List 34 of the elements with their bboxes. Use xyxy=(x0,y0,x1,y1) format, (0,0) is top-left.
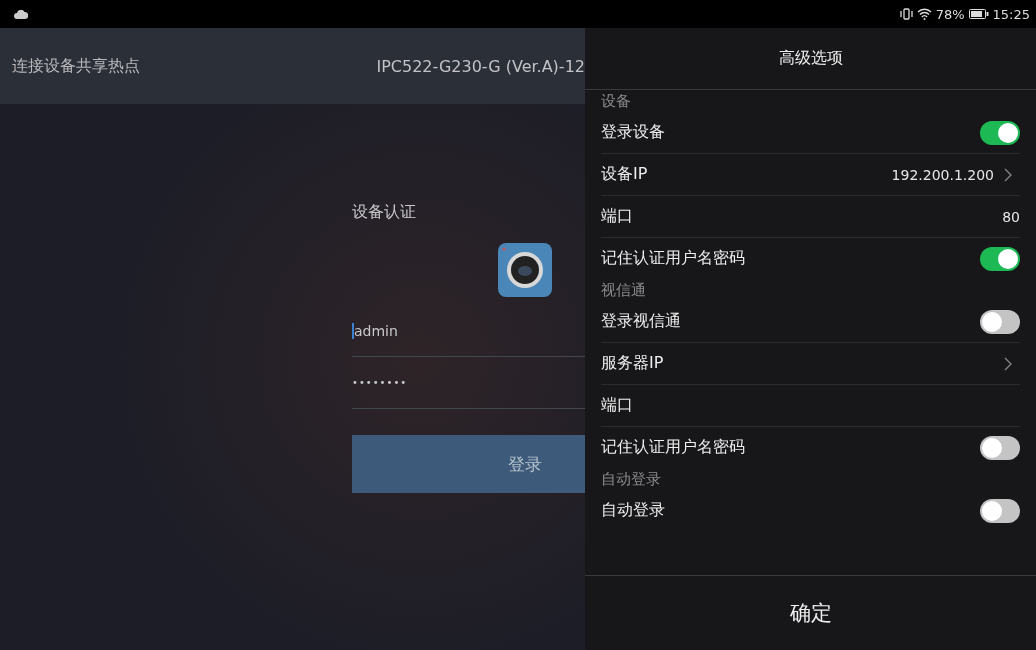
battery-icon xyxy=(968,9,989,19)
section-header: 自动登录 xyxy=(601,469,662,490)
camera-app-icon xyxy=(498,243,552,297)
form-title: 设备认证 xyxy=(352,202,417,223)
option-label: 端口 xyxy=(601,206,634,227)
section-header: 设备 xyxy=(601,91,632,112)
hotspot-link[interactable]: 连接设备共享热点 xyxy=(12,55,140,77)
option-label: 设备IP xyxy=(601,164,649,185)
option-label: 登录设备 xyxy=(601,122,666,143)
clock-time: 15:25 xyxy=(992,6,1030,22)
option-label: 记住认证用户名密码 xyxy=(601,437,746,458)
vibrate-icon xyxy=(899,8,913,20)
login-button[interactable]: 登录 xyxy=(352,435,585,493)
toggle-switch[interactable] xyxy=(980,498,1020,523)
toggle-switch[interactable] xyxy=(980,246,1020,271)
option-label: 服务器IP xyxy=(601,353,665,374)
battery-percent: 78% xyxy=(935,6,965,22)
cloud-icon xyxy=(14,9,28,19)
section-header: 视信通 xyxy=(601,280,647,301)
option-label: 自动登录 xyxy=(601,500,666,521)
toggle-switch[interactable] xyxy=(980,435,1020,460)
panel-title: 高级选项 xyxy=(585,28,1036,90)
chevron-right-icon[interactable] xyxy=(1004,356,1012,371)
option-value: 80 xyxy=(1002,208,1020,225)
wifi-icon xyxy=(916,8,932,20)
option-label: 端口 xyxy=(601,395,634,416)
option-label: 记住认证用户名密码 xyxy=(601,248,746,269)
device-title: IPC522-G230-G (Ver.A)-12 xyxy=(376,56,585,76)
toggle-switch[interactable] xyxy=(980,120,1020,145)
option-value: 192.200.1.200 xyxy=(891,166,994,183)
chevron-right-icon[interactable] xyxy=(1004,167,1012,182)
toggle-switch[interactable] xyxy=(980,309,1020,334)
option-label: 登录视信通 xyxy=(601,311,682,332)
confirm-button[interactable]: 确定 xyxy=(777,593,844,633)
